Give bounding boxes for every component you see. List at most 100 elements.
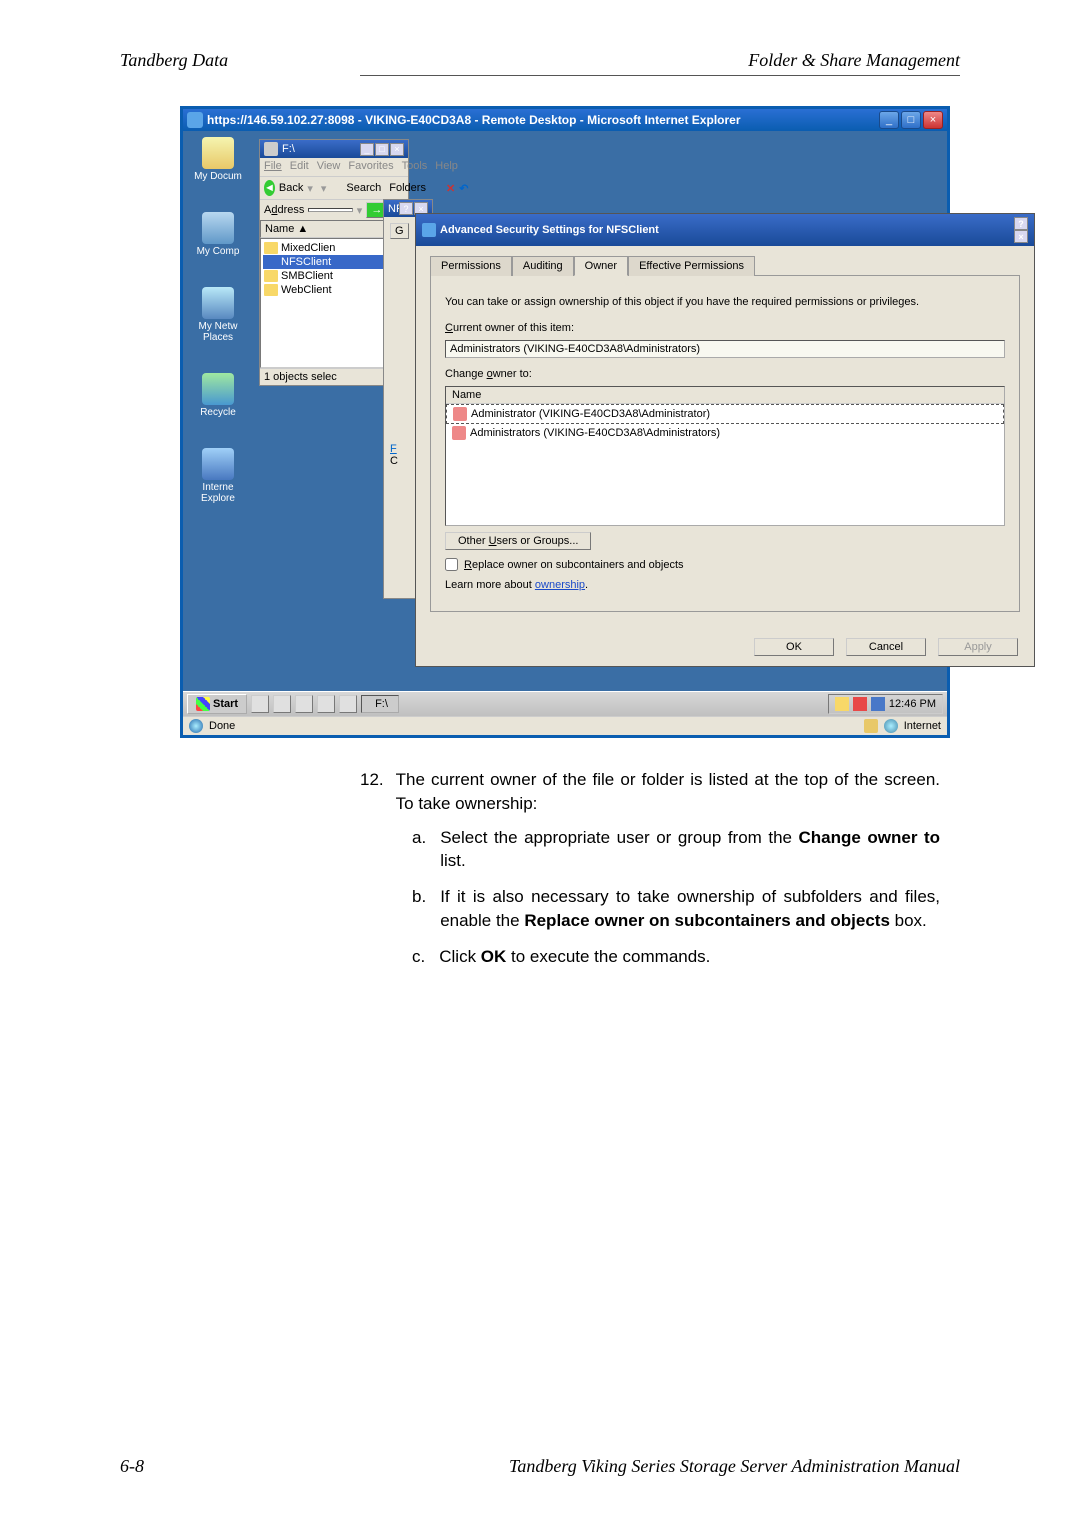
tray-icon[interactable] — [853, 697, 867, 711]
taskbar-task[interactable]: F:\ — [361, 695, 399, 713]
clock: 12:46 PM — [889, 698, 936, 710]
menu-file[interactable]: File — [264, 160, 282, 174]
explorer-titlebar: F:\ _ □ × — [260, 140, 408, 158]
owner-list: Name Administrator (VIKING-E40CD3A8\Admi… — [445, 386, 1005, 526]
quicklaunch-icon[interactable] — [295, 695, 313, 713]
quicklaunch-icon[interactable] — [251, 695, 269, 713]
quicklaunch-icon[interactable] — [273, 695, 291, 713]
manual-title: Tandberg Viking Series Storage Server Ad… — [320, 1456, 960, 1477]
desktop-label: Interne Explore — [201, 482, 235, 504]
sub-b-num: b. — [412, 885, 426, 933]
desktop-icon-mynet[interactable]: My Netw Places — [185, 287, 251, 343]
tab-effective[interactable]: Effective Permissions — [628, 256, 755, 276]
replace-owner-checkbox[interactable]: Replace owner on subcontainers and objec… — [445, 558, 1005, 571]
ie-window-title: https://146.59.102.27:8098 - VIKING-E40C… — [207, 113, 875, 127]
sub-c-num: c. — [412, 945, 425, 969]
ie-small-icon — [189, 719, 203, 733]
help-button[interactable]: ? — [399, 202, 413, 215]
tray-icon[interactable] — [835, 697, 849, 711]
zone-text: Internet — [904, 720, 941, 732]
exp-close-button[interactable]: × — [390, 143, 404, 156]
adv-titlebar: Advanced Security Settings for NFSClient… — [416, 214, 1034, 246]
group-icon — [452, 426, 466, 440]
ownership-link[interactable]: ownership — [535, 579, 585, 591]
tab-permissions[interactable]: Permissions — [430, 256, 512, 276]
back-label[interactable]: Back — [279, 182, 303, 194]
tray-icon[interactable] — [871, 697, 885, 711]
other-users-button[interactable]: Other Users or Groups... — [445, 532, 591, 550]
desktop-icon-mycomp[interactable]: My Comp — [185, 212, 251, 257]
sub-b-text: If it is also necessary to take ownershi… — [440, 885, 940, 933]
header-rule — [360, 75, 960, 76]
undo-icon[interactable]: ↶ — [459, 182, 468, 195]
help-button[interactable]: ? — [1014, 217, 1028, 230]
owner-description: You can take or assign ownership of this… — [445, 296, 1005, 308]
adv-title-text: Advanced Security Settings for NFSClient — [440, 224, 1014, 236]
folder-icon — [264, 242, 278, 254]
delete-icon[interactable]: ✕ — [446, 182, 455, 195]
tab-general[interactable]: G — [390, 223, 409, 239]
minimize-button[interactable]: _ — [879, 111, 899, 129]
header-right: Folder & Share Management — [748, 50, 960, 71]
owner-list-header: Name — [446, 387, 1004, 404]
desktop-label: My Netw Places — [199, 321, 238, 343]
folder-icon — [264, 256, 278, 268]
replace-checkbox-input[interactable] — [445, 558, 458, 571]
lock-icon — [864, 719, 878, 733]
document-body: 12. The current owner of the file or fol… — [360, 768, 940, 969]
internet-zone-icon — [884, 719, 898, 733]
ie-desktop-icon — [202, 448, 234, 480]
desktop-label: Recycle — [200, 407, 236, 418]
apply-button[interactable]: Apply — [938, 638, 1018, 656]
mydocs-icon — [202, 137, 234, 169]
advanced-security-dialog: Advanced Security Settings for NFSClient… — [415, 213, 1035, 667]
start-button[interactable]: Start — [187, 694, 247, 714]
menu-help[interactable]: Help — [435, 160, 458, 174]
desktop-icon-recycle[interactable]: Recycle — [185, 373, 251, 418]
folders-label[interactable]: Folders — [389, 182, 426, 194]
folder-icon — [264, 270, 278, 282]
taskbar: Start F:\ 12:46 PM — [183, 691, 947, 716]
address-field[interactable] — [308, 208, 352, 212]
cancel-button[interactable]: Cancel — [846, 638, 926, 656]
current-owner-label: Current owner of this item: — [445, 322, 1005, 334]
sub-a-text: Select the appropriate user or group fro… — [440, 826, 940, 874]
close-button[interactable]: × — [1014, 230, 1028, 243]
close-button[interactable]: × — [923, 111, 943, 129]
owner-row[interactable]: Administrators (VIKING-E40CD3A8\Administ… — [446, 424, 1004, 442]
security-icon — [422, 223, 436, 237]
system-tray: 12:46 PM — [828, 694, 943, 714]
menu-view[interactable]: View — [317, 160, 341, 174]
exp-min-button[interactable]: _ — [360, 143, 374, 156]
learn-more: Learn more about ownership. — [445, 579, 1005, 591]
drive-icon — [264, 142, 278, 156]
maximize-button[interactable]: □ — [901, 111, 921, 129]
menu-fav[interactable]: Favorites — [348, 160, 393, 174]
desktop-label: My Comp — [197, 246, 240, 257]
windows-flag-icon — [196, 697, 210, 711]
menu-edit[interactable]: Edit — [290, 160, 309, 174]
exp-max-button[interactable]: □ — [375, 143, 389, 156]
tab-auditing[interactable]: Auditing — [512, 256, 574, 276]
sub-c-text: Click OK to execute the commands. — [439, 945, 710, 969]
owner-row[interactable]: Administrator (VIKING-E40CD3A8\Administr… — [446, 404, 1004, 424]
quicklaunch-icon[interactable] — [339, 695, 357, 713]
ok-button[interactable]: OK — [754, 638, 834, 656]
ie-statusbar: Done Internet — [183, 716, 947, 735]
tab-owner[interactable]: Owner — [574, 256, 628, 276]
mynet-icon — [202, 287, 234, 319]
user-icon — [453, 407, 467, 421]
desktop-icon-mydocs[interactable]: My Docum — [185, 137, 251, 182]
back-icon[interactable]: ◄ — [264, 180, 275, 196]
sub-a-num: a. — [412, 826, 426, 874]
search-label[interactable]: Search — [346, 182, 381, 194]
quicklaunch-icon[interactable] — [317, 695, 335, 713]
header-left: Tandberg Data — [120, 50, 228, 71]
ie-titlebar: https://146.59.102.27:8098 - VIKING-E40C… — [183, 109, 947, 131]
owner-panel: You can take or assign ownership of this… — [430, 275, 1020, 612]
desktop-label: My Docum — [194, 171, 242, 182]
desktop-icon-ie[interactable]: Interne Explore — [185, 448, 251, 504]
menu-tools[interactable]: Tools — [402, 160, 428, 174]
change-owner-label: Change owner to: — [445, 368, 1005, 380]
screenshot-figure: https://146.59.102.27:8098 - VIKING-E40C… — [180, 106, 950, 738]
